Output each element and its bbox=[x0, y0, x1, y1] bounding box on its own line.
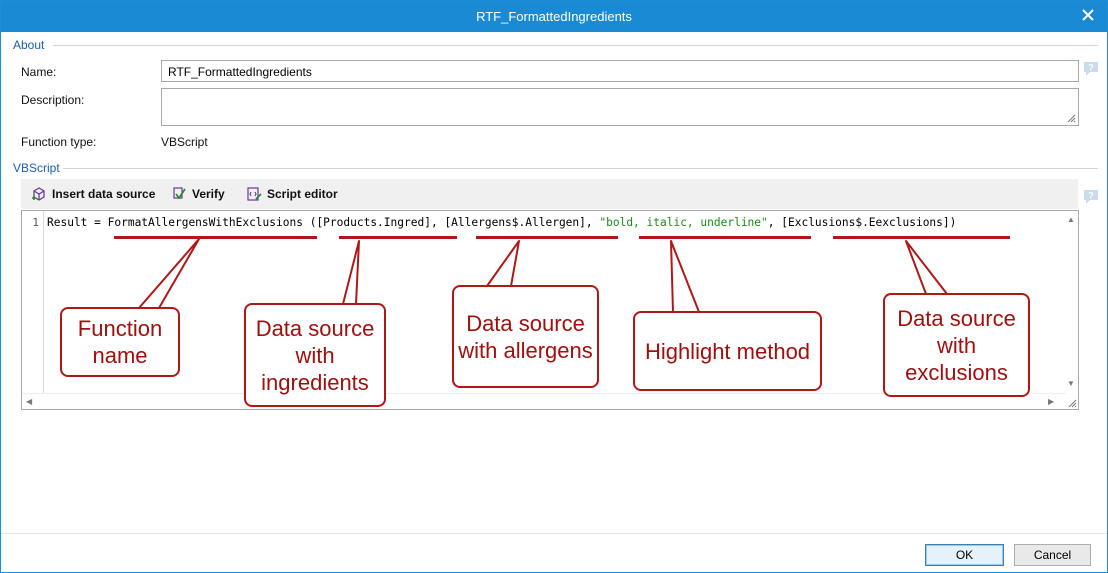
code-prefix: Result = bbox=[47, 216, 108, 229]
annotation-underline bbox=[476, 236, 618, 239]
verify-label: Verify bbox=[192, 187, 225, 201]
dialog-footer: OK Cancel bbox=[1, 533, 1107, 573]
help-icon[interactable]: ? bbox=[1083, 189, 1099, 205]
annotation-underline bbox=[114, 236, 317, 239]
line-number-gutter: 1 bbox=[22, 211, 44, 393]
help-icon[interactable]: ? bbox=[1083, 61, 1099, 77]
name-label: Name: bbox=[21, 65, 57, 79]
annotation-underline bbox=[339, 236, 457, 239]
callout-highlight: Highlight method bbox=[633, 311, 822, 391]
function-type-value: VBScript bbox=[161, 135, 208, 149]
code-separator: , bbox=[430, 216, 445, 229]
code-function-name: FormatAllergensWithExclusions bbox=[107, 216, 303, 229]
name-field[interactable]: RTF_FormattedIngredients bbox=[161, 60, 1079, 82]
verify-icon bbox=[173, 187, 186, 200]
callout-allergens: Data source with allergens bbox=[452, 285, 599, 388]
insert-data-source-label: Insert data source bbox=[52, 187, 156, 201]
scroll-down-icon[interactable]: ▼ bbox=[1067, 379, 1075, 388]
annotation-underline bbox=[639, 236, 811, 239]
resize-grip-icon[interactable] bbox=[1067, 114, 1076, 123]
vertical-scrollbar[interactable]: ▲ ▼ bbox=[1064, 211, 1078, 393]
about-divider bbox=[53, 45, 1098, 46]
code-arg-ingredients: [Products.Ingred] bbox=[316, 216, 431, 229]
verify-button[interactable]: Verify bbox=[171, 185, 225, 203]
title-bar: RTF_FormattedIngredients bbox=[1, 1, 1107, 32]
resize-grip-icon[interactable] bbox=[1068, 399, 1077, 408]
svg-text:?: ? bbox=[1088, 191, 1094, 201]
window-title: RTF_FormattedIngredients bbox=[476, 9, 632, 24]
about-section-heading: About bbox=[13, 38, 45, 52]
scroll-up-icon[interactable]: ▲ bbox=[1067, 215, 1075, 224]
code-separator: , bbox=[585, 216, 600, 229]
insert-data-source-icon bbox=[32, 187, 45, 201]
code-separator: , bbox=[767, 216, 782, 229]
script-toolbar: Insert data source Verify Script editor bbox=[21, 179, 1078, 209]
cancel-button[interactable]: Cancel bbox=[1014, 544, 1091, 566]
svg-text:?: ? bbox=[1088, 63, 1094, 73]
insert-data-source-button[interactable]: Insert data source bbox=[31, 185, 155, 203]
dialog-window: RTF_FormattedIngredients About Name: RTF… bbox=[0, 0, 1108, 573]
script-editor-icon bbox=[247, 187, 262, 201]
scroll-right-icon[interactable]: ▶ bbox=[1048, 397, 1054, 406]
close-icon[interactable] bbox=[1079, 6, 1097, 24]
ok-button[interactable]: OK bbox=[925, 544, 1004, 566]
code-arg-allergens: [Allergens$.Allergen] bbox=[444, 216, 586, 229]
code-arg-highlight: "bold, italic, underline" bbox=[599, 216, 768, 229]
description-label: Description: bbox=[21, 93, 85, 107]
callout-function-name: Function name bbox=[60, 307, 180, 377]
code-line[interactable]: Result = FormatAllergensWithExclusions (… bbox=[47, 216, 956, 229]
annotation-underline bbox=[833, 236, 1010, 239]
callout-ingredients: Data source with ingredients bbox=[244, 303, 386, 407]
code-arg-exclusions: [Exclusions$.Eexclusions] bbox=[781, 216, 950, 229]
function-type-label: Function type: bbox=[21, 135, 97, 149]
description-field[interactable] bbox=[161, 88, 1079, 126]
vbscript-section-heading: VBScript bbox=[13, 161, 60, 175]
line-number: 1 bbox=[32, 216, 39, 229]
callout-exclusions: Data source with exclusions bbox=[883, 293, 1030, 397]
code-open-paren: ( bbox=[302, 216, 317, 229]
script-editor-label: Script editor bbox=[267, 187, 338, 201]
code-close-paren: ) bbox=[949, 216, 957, 229]
scroll-left-icon[interactable]: ◀ bbox=[26, 397, 32, 406]
script-editor-button[interactable]: Script editor bbox=[246, 185, 338, 203]
vbscript-divider bbox=[63, 168, 1098, 169]
